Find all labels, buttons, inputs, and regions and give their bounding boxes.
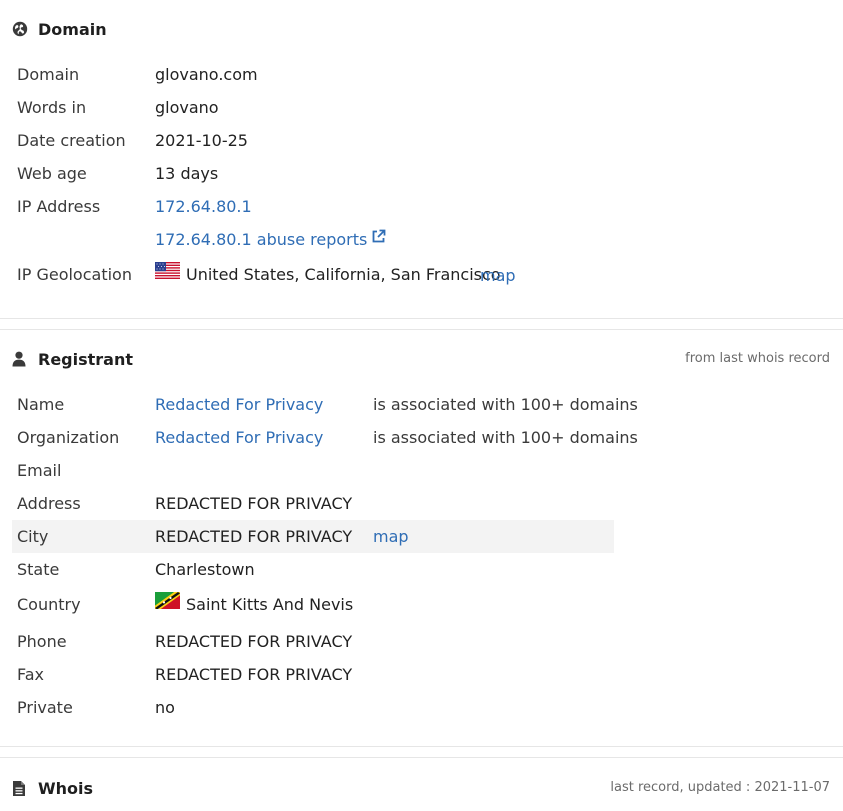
row-label: Web age [17, 164, 87, 183]
registrant-city-value: REDACTED FOR PRIVACY [155, 527, 353, 546]
row-label: IP Geolocation [17, 265, 132, 284]
domain-value: glovano.com [155, 65, 258, 84]
registrant-organization-row: Organization Redacted For Privacy is ass… [12, 421, 638, 454]
row-label: Email [17, 461, 62, 480]
registrant-email-row: Email [12, 454, 614, 487]
abuse-reports-row: 172.64.80.1 abuse reports [12, 223, 614, 256]
us-flag-icon [155, 257, 180, 290]
date-creation-row: Date creation 2021-10-25 [12, 124, 614, 157]
row-label: Private [17, 698, 73, 717]
section-divider [0, 757, 843, 758]
registrant-fax-row: Fax REDACTED FOR PRIVACY [12, 658, 614, 691]
ip-geolocation-map-link[interactable]: map [480, 259, 516, 292]
row-label: Date creation [17, 131, 126, 150]
ip-geolocation-value: United States, California, San Francisco [155, 258, 501, 291]
row-label: Fax [17, 665, 45, 684]
registrant-state-value: Charlestown [155, 560, 255, 579]
registrant-name-row: Name Redacted For Privacy is associated … [12, 388, 638, 421]
registrant-address-value: REDACTED FOR PRIVACY [155, 494, 353, 513]
registrant-name-link[interactable]: Redacted For Privacy [155, 388, 323, 421]
registrant-section-header: Registrant [12, 347, 133, 371]
ip-address-link[interactable]: 172.64.80.1 [155, 190, 252, 223]
web-age-value: 13 days [155, 164, 219, 183]
registrant-phone-value: REDACTED FOR PRIVACY [155, 632, 353, 651]
globe-icon [12, 20, 30, 38]
registrant-city-map-link[interactable]: map [373, 520, 409, 553]
registrant-private-value: no [155, 698, 175, 717]
registrant-address-row: Address REDACTED FOR PRIVACY [12, 487, 614, 520]
row-label: State [17, 560, 60, 579]
registrant-note: from last whois record [685, 351, 830, 366]
section-title: Domain [38, 19, 107, 39]
user-icon [12, 350, 30, 368]
words-in-row: Words in glovano [12, 91, 614, 124]
date-creation-value: 2021-10-25 [155, 131, 248, 150]
row-label: City [17, 527, 49, 546]
association-note: is associated with 100+ domains [373, 428, 638, 447]
external-link-icon [371, 222, 386, 255]
row-label: Address [17, 494, 81, 513]
registrant-city-row: City REDACTED FOR PRIVACY map [12, 520, 614, 553]
registrant-country-value: Saint Kitts And Nevis [153, 587, 354, 621]
registrant-country-row: Country Saint Kitts And Nevis [12, 588, 614, 621]
section-title: Registrant [38, 349, 134, 369]
registrant-organization-link[interactable]: Redacted For Privacy [155, 421, 323, 454]
whois-note: last record, updated : 2021-11-07 [610, 780, 830, 795]
row-label: Name [17, 395, 65, 414]
domain-section-header: Domain [12, 17, 107, 41]
section-title: Whois [38, 778, 94, 798]
abuse-reports-label: 172.64.80.1 abuse reports [155, 230, 368, 249]
domain-row: Domain glovano.com [12, 58, 614, 91]
section-divider [0, 329, 843, 330]
words-in-value: glovano [155, 98, 219, 117]
registrant-private-row: Private no [12, 691, 614, 724]
ip-address-row: IP Address 172.64.80.1 [12, 190, 614, 223]
row-label: IP Address [17, 197, 101, 216]
registrant-country-text: Saint Kitts And Nevis [186, 595, 354, 614]
document-icon [12, 779, 30, 797]
section-divider [0, 746, 843, 747]
registrant-fax-value: REDACTED FOR PRIVACY [155, 665, 353, 684]
kn-flag-icon [153, 587, 182, 620]
registrant-phone-row: Phone REDACTED FOR PRIVACY [12, 625, 614, 658]
row-label: Country [17, 595, 81, 614]
registrant-state-row: State Charlestown [12, 553, 614, 586]
ip-geolocation-row: IP Geolocation United States, California… [12, 258, 614, 291]
section-divider [0, 318, 843, 319]
association-note: is associated with 100+ domains [373, 395, 638, 414]
row-label: Phone [17, 632, 67, 651]
row-label: Organization [17, 428, 120, 447]
row-label: Domain [17, 65, 80, 84]
whois-section-header: Whois [12, 776, 93, 800]
ip-geolocation-text: United States, California, San Francisco [186, 265, 501, 284]
row-label: Words in [17, 98, 87, 117]
web-age-row: Web age 13 days [12, 157, 614, 190]
abuse-reports-link[interactable]: 172.64.80.1 abuse reports [155, 223, 386, 256]
